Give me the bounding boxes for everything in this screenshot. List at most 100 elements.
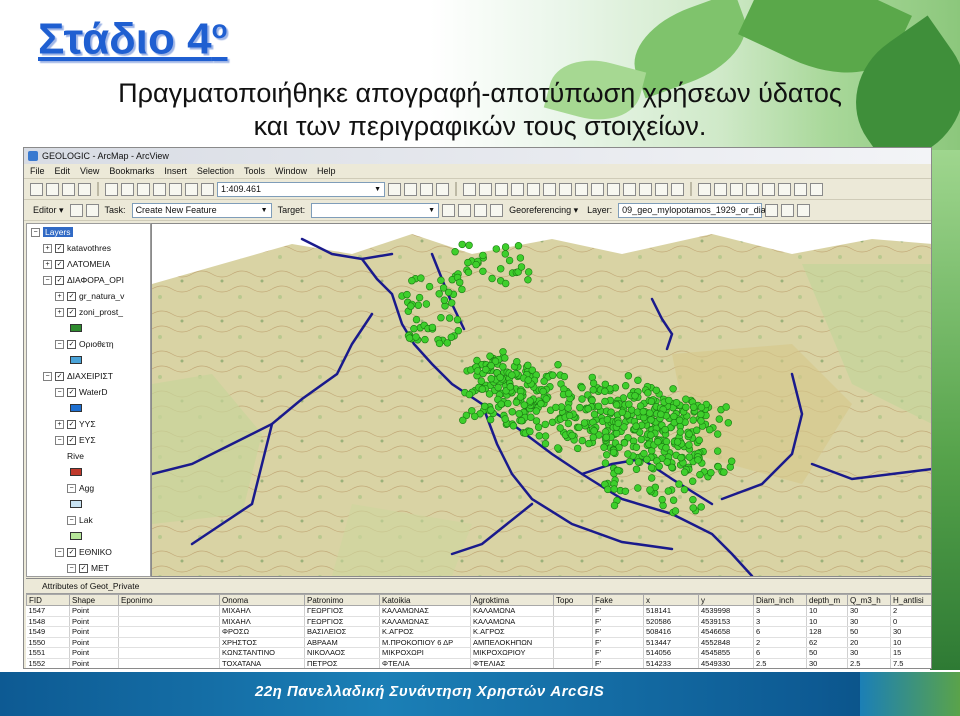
- well-point[interactable]: [524, 361, 532, 370]
- well-point[interactable]: [501, 415, 509, 423]
- well-point[interactable]: [663, 458, 671, 466]
- well-point[interactable]: [556, 424, 564, 432]
- layer-visibility-checkbox[interactable]: ✓: [67, 387, 76, 397]
- well-point[interactable]: [624, 372, 633, 380]
- well-point[interactable]: [435, 290, 443, 298]
- column-header[interactable]: Agroktima: [470, 594, 554, 606]
- well-point[interactable]: [407, 302, 415, 310]
- well-point[interactable]: [403, 290, 411, 299]
- column-header[interactable]: Katoikia: [379, 594, 471, 606]
- well-point[interactable]: [514, 242, 523, 250]
- well-point[interactable]: [590, 410, 599, 419]
- well-point[interactable]: [610, 485, 618, 493]
- well-point[interactable]: [631, 392, 639, 400]
- well-point[interactable]: [695, 436, 703, 444]
- well-point[interactable]: [541, 420, 549, 429]
- well-point[interactable]: [614, 419, 622, 428]
- well-point[interactable]: [668, 463, 676, 472]
- toc-layer-item[interactable]: [27, 496, 150, 512]
- cut-icon[interactable]: [105, 182, 118, 196]
- layer-visibility-checkbox[interactable]: ✓: [67, 307, 76, 317]
- well-point[interactable]: [497, 400, 505, 408]
- well-point[interactable]: [574, 444, 582, 453]
- well-point[interactable]: [585, 439, 593, 448]
- well-point[interactable]: [565, 389, 573, 398]
- well-point[interactable]: [415, 293, 424, 302]
- catalog-icon[interactable]: [762, 182, 775, 196]
- well-point[interactable]: [465, 390, 474, 399]
- toc-layer-item[interactable]: − ✓ Οριοθετη: [27, 336, 150, 352]
- hyperlink-icon[interactable]: [671, 182, 684, 196]
- well-point[interactable]: [589, 433, 597, 442]
- map-scale-combo[interactable]: 1:409.461 ▼: [217, 181, 385, 197]
- well-point[interactable]: [564, 419, 573, 428]
- well-point[interactable]: [508, 371, 516, 379]
- attribute-table[interactable]: FID Shape Eponimo Onoma Patronimo Katoikia Agr…: [26, 594, 931, 668]
- delete-icon[interactable]: [153, 182, 166, 196]
- well-point[interactable]: [669, 385, 677, 393]
- well-point[interactable]: [501, 250, 509, 258]
- column-header[interactable]: H_antlisi: [890, 594, 931, 606]
- full-extent-icon[interactable]: [543, 182, 556, 196]
- toc-layer-item[interactable]: [27, 528, 150, 544]
- well-point[interactable]: [675, 480, 683, 488]
- well-point[interactable]: [488, 274, 496, 283]
- well-point[interactable]: [458, 285, 466, 294]
- layer-visibility-checkbox[interactable]: ✓: [55, 371, 64, 381]
- select-features-icon[interactable]: [591, 182, 604, 196]
- well-point[interactable]: [421, 335, 429, 344]
- well-point[interactable]: [601, 459, 610, 467]
- well-point[interactable]: [422, 300, 431, 308]
- well-point[interactable]: [526, 397, 534, 405]
- well-point[interactable]: [435, 339, 444, 348]
- well-point[interactable]: [501, 354, 509, 362]
- menu-item-view[interactable]: View: [80, 166, 99, 176]
- layer-visibility-checkbox[interactable]: ✓: [79, 563, 88, 573]
- toc-layer-item[interactable]: − ✓ ΔΙΑΧΕΙΡΙΣΤ: [27, 368, 150, 384]
- collapse-icon[interactable]: −: [55, 339, 64, 349]
- well-point[interactable]: [526, 427, 534, 436]
- well-point[interactable]: [705, 426, 714, 434]
- well-point[interactable]: [517, 263, 526, 271]
- task-combo[interactable]: Create New Feature ▼: [131, 202, 272, 218]
- well-point[interactable]: [600, 443, 608, 452]
- well-point[interactable]: [575, 423, 583, 432]
- rotate-tool-icon[interactable]: [458, 203, 472, 217]
- editor-toolbar-icon[interactable]: [388, 182, 401, 196]
- well-point[interactable]: [664, 487, 672, 495]
- toc-layer-item[interactable]: + ✓ ΥΥΣ: [27, 416, 150, 432]
- collapse-icon[interactable]: −: [55, 547, 64, 557]
- well-point[interactable]: [509, 422, 518, 430]
- toolbox-icon[interactable]: [778, 182, 791, 196]
- collapse-icon[interactable]: −: [67, 483, 76, 493]
- well-point[interactable]: [632, 422, 640, 430]
- well-point[interactable]: [697, 417, 705, 425]
- toc-layer-item[interactable]: [27, 320, 150, 336]
- well-point[interactable]: [410, 324, 418, 333]
- well-point[interactable]: [487, 406, 495, 414]
- table-row[interactable]: 1549 Point ΦΡΟΣΩ ΒΑΣΙΛΕΙΟΣ Κ.ΑΓΡΟΣ Κ.ΑΓΡΟΣ F' 5…: [26, 626, 931, 638]
- sketch-tool-icon[interactable]: [85, 203, 99, 217]
- well-point[interactable]: [437, 313, 445, 322]
- well-point[interactable]: [713, 447, 722, 455]
- redo-icon[interactable]: [185, 182, 198, 196]
- well-point[interactable]: [578, 436, 586, 445]
- well-point[interactable]: [607, 408, 615, 416]
- well-point[interactable]: [692, 426, 701, 434]
- well-point[interactable]: [578, 395, 586, 403]
- well-point[interactable]: [661, 425, 669, 434]
- print-icon[interactable]: [78, 182, 91, 196]
- well-point[interactable]: [634, 376, 642, 385]
- well-point[interactable]: [644, 389, 652, 397]
- well-point[interactable]: [612, 401, 621, 409]
- well-point[interactable]: [473, 356, 481, 365]
- well-point[interactable]: [465, 241, 473, 249]
- well-point[interactable]: [496, 373, 504, 382]
- add-data-icon[interactable]: [201, 182, 214, 196]
- well-point[interactable]: [604, 485, 612, 494]
- well-point[interactable]: [646, 409, 654, 417]
- well-point[interactable]: [520, 401, 528, 409]
- menu-item-bookmarks[interactable]: Bookmarks: [109, 166, 154, 176]
- well-point[interactable]: [658, 495, 666, 504]
- toc-layer-item[interactable]: Rive: [27, 448, 150, 464]
